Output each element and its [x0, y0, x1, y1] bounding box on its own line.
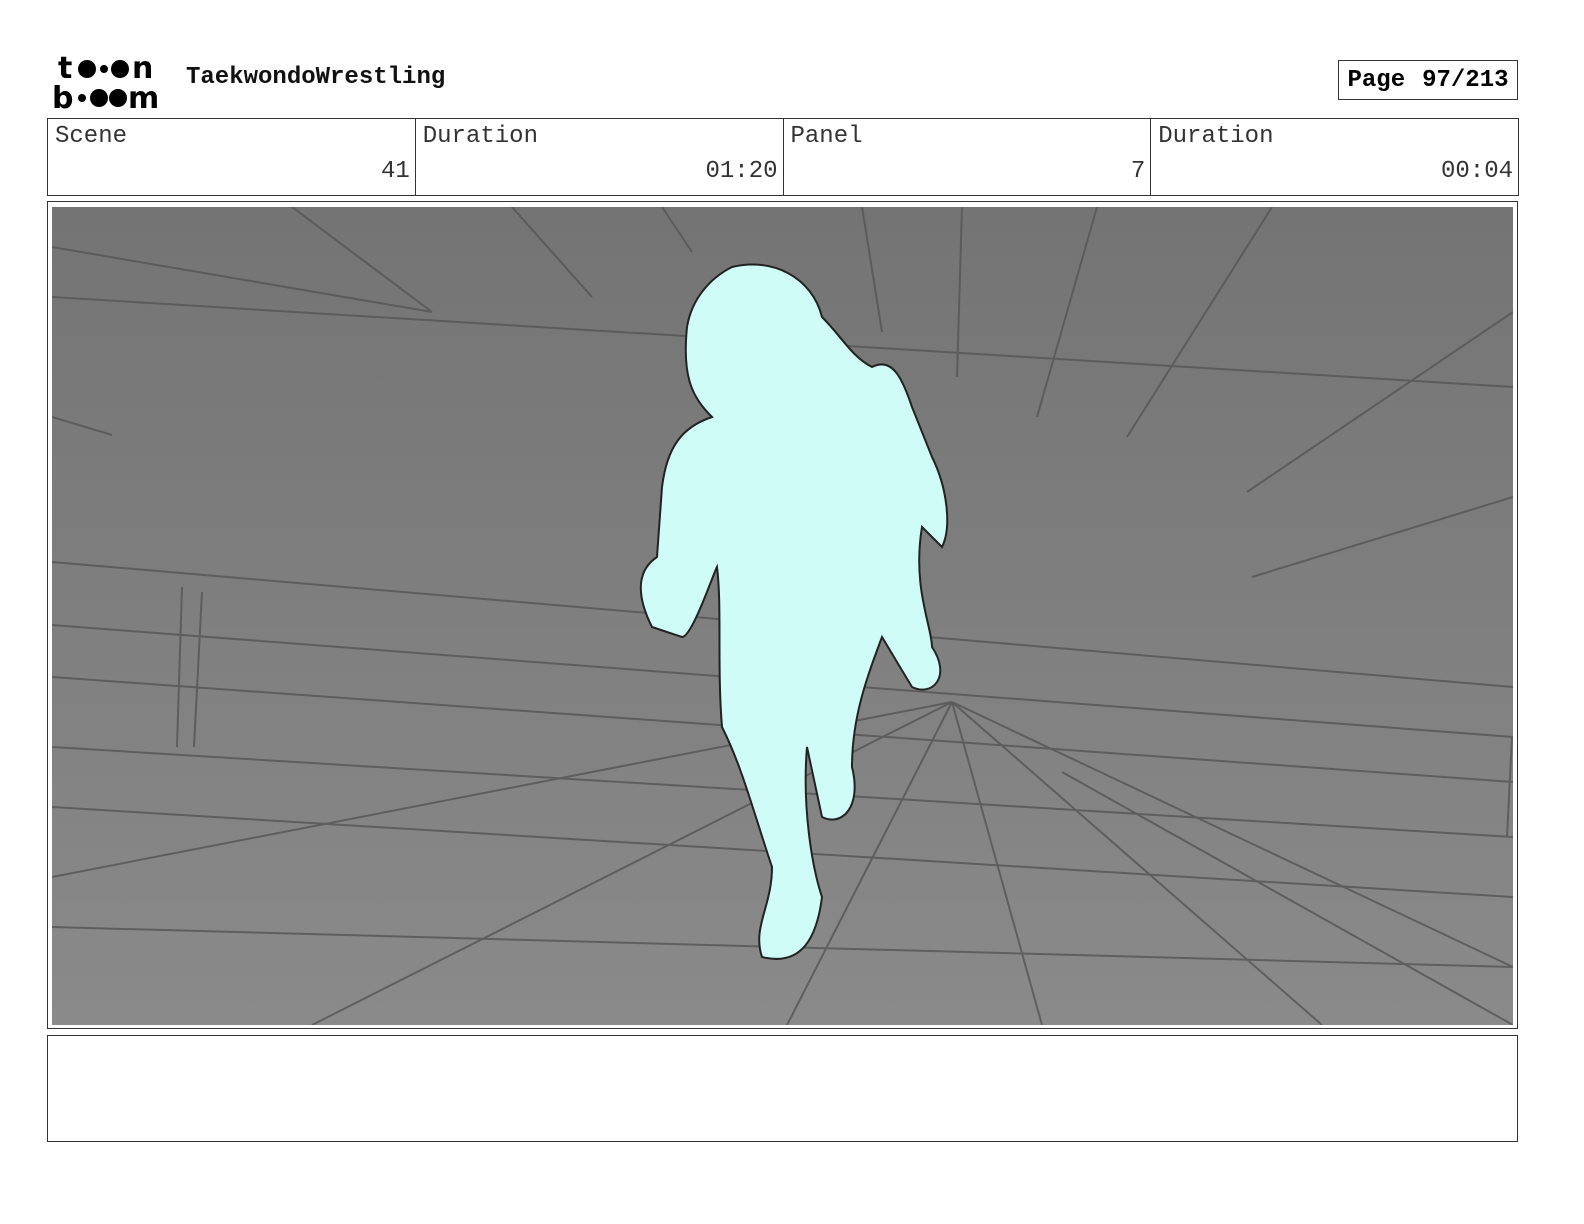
project-title: TaekwondoWrestling: [186, 64, 446, 91]
scene-duration-label: Duration: [422, 123, 538, 150]
panel-drawing: [52, 207, 1513, 1025]
panel-duration-label: Duration: [1158, 123, 1274, 150]
scene-duration-cell: Duration 01:20: [416, 119, 784, 195]
panel-label: Panel: [790, 123, 863, 150]
page-indicator: Page 97/213: [1338, 60, 1518, 100]
page-number: 97/213: [1422, 66, 1509, 94]
panel-info-header: Scene 41 Duration 01:20 Panel 7 Duration 00:…: [47, 118, 1519, 196]
panel-duration-value: 00:04: [1440, 158, 1513, 185]
storyboard-panel: [47, 201, 1518, 1029]
toonboom-logo: t n b m: [52, 51, 159, 112]
scene-duration-value: 01:20: [705, 158, 778, 185]
page-label: Page: [1347, 66, 1406, 94]
scene-cell: Scene 41: [48, 119, 416, 195]
svg-text:b: b: [52, 81, 73, 112]
panel-cell: Panel 7: [784, 119, 1152, 195]
scene-label: Scene: [55, 123, 128, 150]
panel-value: 7: [1130, 158, 1146, 185]
scene-value: 41: [380, 158, 410, 185]
panel-duration-cell: Duration 00:04: [1151, 119, 1518, 195]
notes-box: [47, 1035, 1518, 1142]
svg-text:m: m: [128, 81, 159, 112]
